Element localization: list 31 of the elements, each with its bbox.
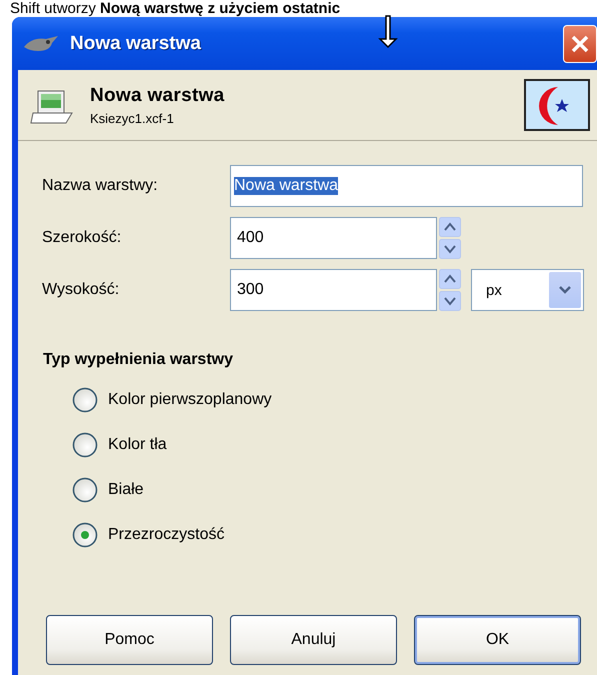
close-button[interactable] (563, 24, 597, 62)
caption-text: Shift utworzy Nową warstwę z użyciem ostatnic (9, 0, 342, 17)
spin-down-button[interactable] (439, 239, 461, 259)
spin-up-button[interactable] (439, 269, 461, 289)
width-field[interactable]: 400 (230, 217, 437, 259)
image-name: Ksiezyc1.xcf-1 (90, 110, 175, 126)
dialog-button[interactable]: Pomoc (46, 615, 213, 665)
section-title: Typ wypełnienia warstwy (43, 351, 234, 369)
spin-up-button[interactable] (439, 217, 461, 237)
radio-button[interactable] (72, 522, 98, 548)
dialog-button[interactable]: Anuluj (230, 615, 397, 665)
cursor-icon (378, 15, 398, 49)
spin-down-button[interactable] (439, 291, 461, 311)
image-thumbnail (524, 79, 590, 131)
window-title: Nowa warstwa (70, 32, 202, 54)
radio-button[interactable] (72, 476, 98, 502)
height-field[interactable]: 300 (230, 269, 437, 311)
radio-button[interactable] (72, 386, 98, 412)
unit-dropdown[interactable]: px (471, 269, 584, 311)
radio-label: Białe (108, 480, 144, 498)
radio-label: Przezroczystość (108, 526, 224, 544)
field-label: Nazwa warstwy: (42, 177, 159, 195)
radio-label: Kolor pierwszoplanowy (108, 390, 272, 408)
chevron-down-icon (558, 285, 572, 295)
field-label: Wysokość: (42, 281, 120, 299)
radio-button[interactable] (72, 432, 98, 458)
dialog-button[interactable]: OK (414, 615, 581, 665)
field-label: Szerokość: (42, 229, 122, 247)
name-field[interactable]: Nowa warstwa (230, 165, 583, 207)
radio-label: Kolor tła (108, 436, 167, 454)
dialog-title: Nowa warstwa (90, 84, 226, 106)
